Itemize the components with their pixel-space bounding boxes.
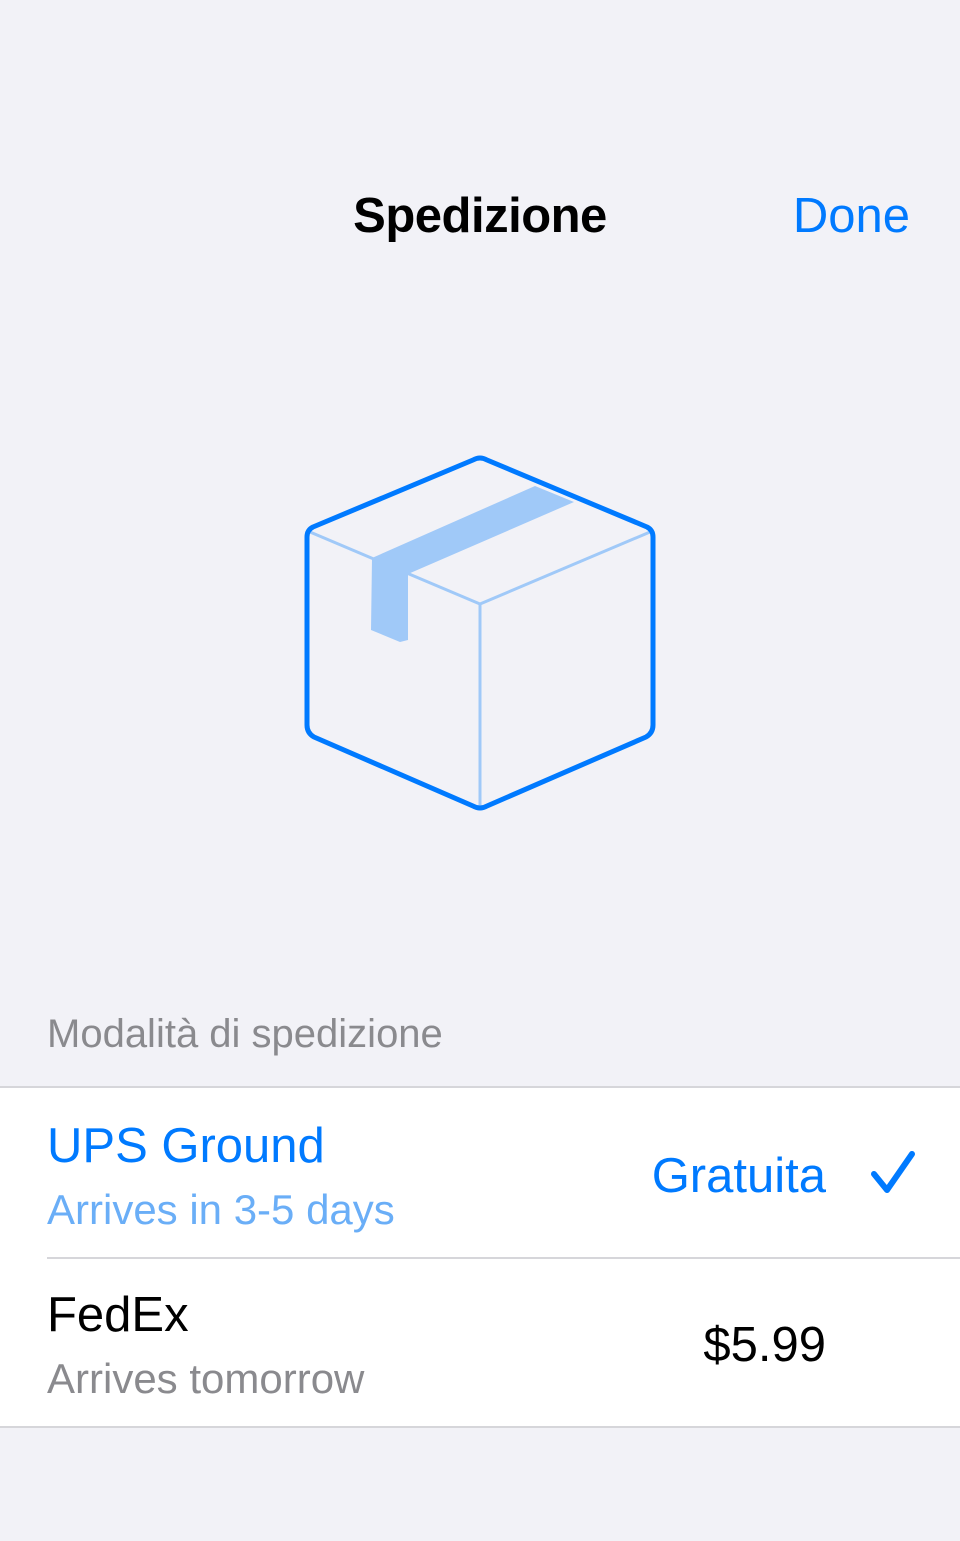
done-button[interactable]: Done xyxy=(793,188,910,244)
option-price: $5.99 xyxy=(703,1318,826,1372)
option-delivery-time: Arrives tomorrow xyxy=(47,1355,365,1402)
section-header: Modalità di spedizione xyxy=(47,1012,443,1056)
option-name: UPS Ground xyxy=(47,1119,325,1173)
navigation-bar: Spedizione Done xyxy=(0,150,960,282)
shipping-option-fedex[interactable]: FedEx Arrives tomorrow $5.99 xyxy=(0,1257,960,1426)
shipping-option-ups-ground[interactable]: UPS Ground Arrives in 3-5 days Gratuita xyxy=(0,1088,960,1257)
option-delivery-time: Arrives in 3-5 days xyxy=(47,1186,395,1233)
checkmark-icon xyxy=(871,1151,915,1193)
shipping-options-list: UPS Ground Arrives in 3-5 days Gratuita … xyxy=(0,1086,960,1428)
option-price: Gratuita xyxy=(651,1149,826,1203)
option-name: FedEx xyxy=(47,1288,189,1342)
package-box-icon xyxy=(300,450,660,820)
